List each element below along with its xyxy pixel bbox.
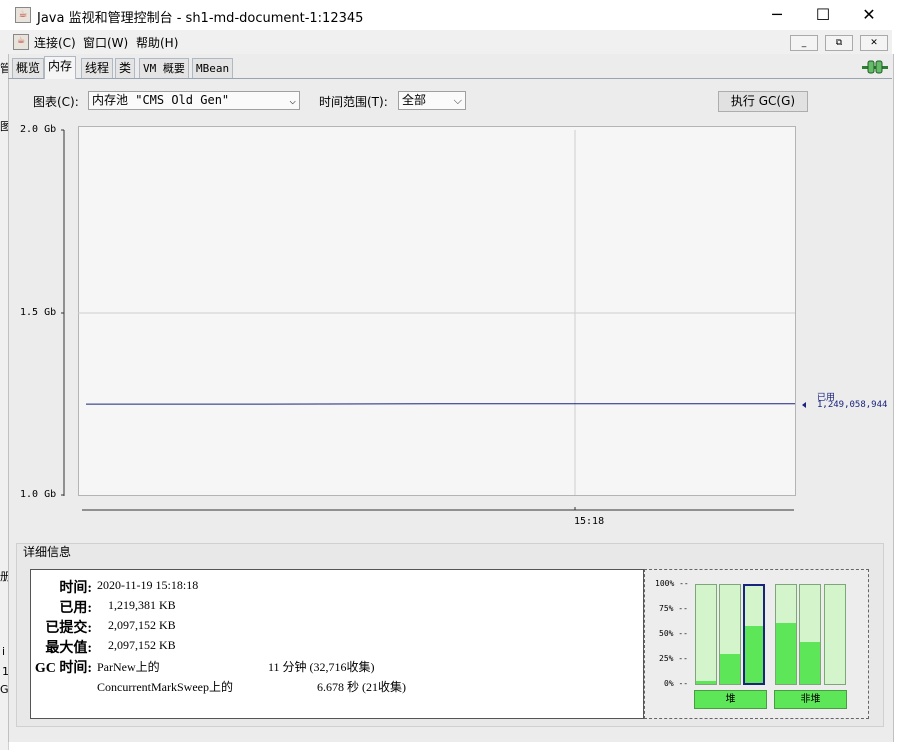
committed-value: 2,097,152 KB <box>108 618 176 632</box>
y-tick-label: 1.0 Gb <box>20 489 57 500</box>
nonheap-pool-bar[interactable] <box>799 584 821 685</box>
pool-usage-fill <box>696 681 716 684</box>
pct-label: 100% -- <box>655 579 689 588</box>
heap-pool-bar-selected[interactable] <box>743 584 765 685</box>
nonheap-pool-bar[interactable] <box>824 584 846 685</box>
legend-value: 1,249,058,944 <box>817 400 888 410</box>
nonheap-button[interactable]: 非堆 <box>774 690 847 709</box>
y-tick-label: 2.0 Gb <box>20 124 57 135</box>
memory-chart-svg <box>61 129 806 511</box>
gc-time-label: GC 时间: <box>34 661 92 676</box>
used-value: 1,219,381 KB <box>108 598 176 612</box>
gc-cms-name: ConcurrentMarkSweep上的 <box>97 680 233 694</box>
pct-label: 50% -- <box>659 629 688 638</box>
pct-label: 75% -- <box>659 604 688 613</box>
heap-pool-bar[interactable] <box>695 584 717 685</box>
gc-parnew-name: ParNew上的 <box>97 660 160 674</box>
details-title: 详细信息 <box>23 545 72 559</box>
time-value: 2020-11-19 15:18:18 <box>97 578 199 592</box>
pool-usage-fill <box>745 625 763 683</box>
used-label: 已用: <box>59 601 92 616</box>
pool-usage-fill <box>776 622 796 684</box>
heap-pool-bar[interactable] <box>719 584 741 685</box>
max-value: 2,097,152 KB <box>108 638 176 652</box>
pct-label: 25% -- <box>659 654 688 663</box>
legend-marker <box>802 402 806 408</box>
heap-button[interactable]: 堆 <box>694 690 767 709</box>
nonheap-pool-bar[interactable] <box>775 584 797 685</box>
pct-label: 0% -- <box>664 679 689 688</box>
pool-usage-fill <box>720 654 740 684</box>
max-label: 最大值: <box>45 641 92 656</box>
gc-parnew-value: 11 分钟 (32,716收集) <box>268 660 375 674</box>
pool-usage-fill <box>800 642 820 684</box>
gc-cms-value: 6.678 秒 (21收集) <box>317 680 406 694</box>
y-tick-label: 1.5 Gb <box>20 307 57 318</box>
x-tick-label: 15:18 <box>574 516 605 527</box>
time-label: 时间: <box>59 581 92 596</box>
background-text: i <box>2 645 6 658</box>
committed-label: 已提交: <box>45 621 92 636</box>
